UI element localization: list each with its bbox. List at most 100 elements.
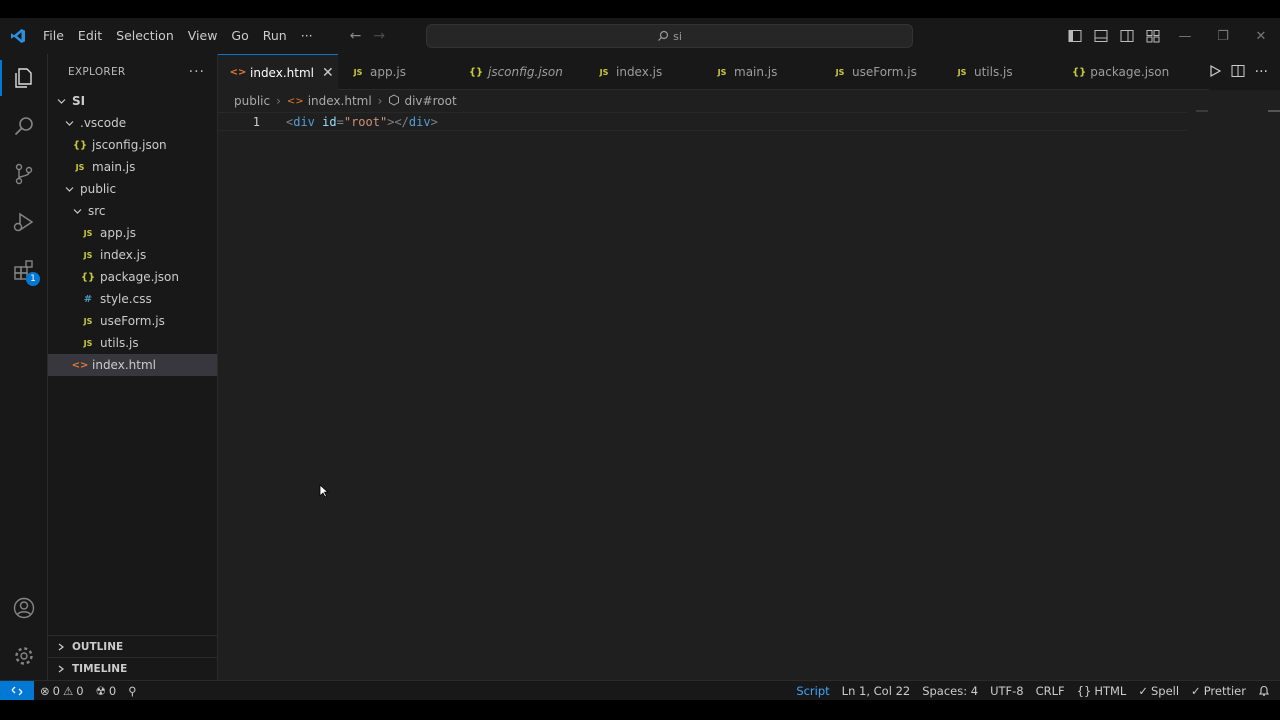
run-debug-icon[interactable] bbox=[0, 198, 48, 246]
status-script[interactable]: Script bbox=[790, 681, 835, 701]
tree-file[interactable]: {} package.json bbox=[48, 266, 217, 288]
breadcrumb: public › <> index.html › div#root bbox=[234, 90, 457, 112]
problems-indicator[interactable]: ⊗ 0 ⚠ 0 bbox=[34, 681, 90, 701]
breadcrumb-symbol[interactable]: div#root bbox=[404, 94, 456, 108]
js-file-icon: JS bbox=[75, 162, 85, 172]
js-file-icon: JS bbox=[83, 228, 93, 238]
tree-file[interactable]: # style.css bbox=[48, 288, 217, 310]
tree-file[interactable]: JS main.js bbox=[48, 156, 217, 178]
back-arrow-icon[interactable]: ← bbox=[350, 28, 362, 44]
tree-file[interactable]: JS index.js bbox=[48, 244, 217, 266]
notifications-bell-icon[interactable] bbox=[1252, 681, 1280, 701]
status-language-mode[interactable]: {} HTML bbox=[1071, 681, 1133, 701]
chevron-right-icon: › bbox=[276, 94, 281, 108]
status-spell[interactable]: ✓ Spell bbox=[1132, 681, 1185, 701]
screen-top-border bbox=[0, 0, 1280, 18]
menu-selection[interactable]: Selection bbox=[109, 18, 181, 54]
menu-view[interactable]: View bbox=[181, 18, 225, 54]
explorer-icon[interactable] bbox=[0, 54, 48, 102]
tree-folder[interactable]: public bbox=[48, 178, 217, 200]
tab-main-js[interactable]: JS main.js bbox=[702, 54, 820, 90]
close-window-icon[interactable]: ✕ bbox=[1242, 18, 1280, 54]
tree-folder[interactable]: SI bbox=[48, 90, 217, 112]
timeline-label: TIMELINE bbox=[72, 662, 128, 675]
toggle-primary-sidebar-icon[interactable] bbox=[1062, 18, 1088, 54]
css-file-icon: # bbox=[83, 293, 93, 305]
chevron-down-icon bbox=[62, 185, 76, 194]
tab-jsconfig-json[interactable]: {} jsconfig.json bbox=[456, 54, 584, 90]
status-bar: ⊗ 0 ⚠ 0 ☢ 0 ⚲ Script Ln 1, Col 22 Spaces: 4… bbox=[0, 680, 1280, 701]
line-number: 1 bbox=[252, 114, 260, 129]
double-check-icon: ✓ bbox=[1191, 684, 1201, 698]
extensions-icon[interactable]: 1 bbox=[0, 246, 48, 294]
restore-icon[interactable]: ❐ bbox=[1204, 18, 1242, 54]
tree-item-label: utils.js bbox=[100, 336, 139, 350]
explorer-header: EXPLORER ··· bbox=[48, 54, 217, 90]
forward-arrow-icon[interactable]: → bbox=[373, 28, 385, 44]
remote-indicator-icon[interactable] bbox=[0, 680, 34, 701]
code-line[interactable]: 1 <div id="root"></div> bbox=[218, 112, 1188, 131]
tab-package-json[interactable]: {} package.json bbox=[1060, 54, 1180, 90]
html-file-icon: <> bbox=[286, 95, 304, 107]
tree-file[interactable]: JS useForm.js bbox=[48, 310, 217, 332]
menu-file[interactable]: File bbox=[36, 18, 71, 54]
timeline-section[interactable]: TIMELINE bbox=[48, 657, 217, 679]
customize-layout-icon[interactable] bbox=[1140, 18, 1166, 54]
activity-bar: 1 bbox=[0, 54, 48, 680]
close-icon[interactable]: ✕ bbox=[322, 65, 334, 81]
tree-item-label: main.js bbox=[92, 160, 136, 174]
status-bar-right: Script Ln 1, Col 22 Spaces: 4 UTF-8 CRLF… bbox=[790, 681, 1280, 701]
editor-tabs: <> index.html ✕ JS app.js {} jsconfig.json JS in… bbox=[218, 54, 1280, 90]
tab-utils-js[interactable]: JS utils.js bbox=[942, 54, 1060, 90]
tree-folder[interactable]: src bbox=[48, 200, 217, 222]
tree-file[interactable]: JS app.js bbox=[48, 222, 217, 244]
minimap[interactable] bbox=[1196, 110, 1208, 112]
tab-index-js[interactable]: JS index.js bbox=[584, 54, 702, 90]
tree-file[interactable]: <> index.html bbox=[48, 354, 217, 376]
tab-useform-js[interactable]: JS useForm.js bbox=[820, 54, 942, 90]
ports-indicator[interactable]: ☢ 0 bbox=[90, 681, 123, 701]
tree-item-label: src bbox=[88, 204, 106, 218]
title-bar-actions: — ❐ ✕ bbox=[1062, 18, 1280, 54]
tree-folder[interactable]: .vscode bbox=[48, 112, 217, 134]
outline-section[interactable]: OUTLINE bbox=[48, 635, 217, 657]
more-actions-icon[interactable]: ··· bbox=[1255, 64, 1268, 80]
status-cursor-position[interactable]: Ln 1, Col 22 bbox=[836, 681, 917, 701]
menu-go[interactable]: Go bbox=[224, 18, 255, 54]
status-prettier[interactable]: ✓ Prettier bbox=[1185, 681, 1252, 701]
explorer-more-actions-icon[interactable]: ··· bbox=[189, 64, 205, 80]
code-text: <div id="root"></div> bbox=[286, 114, 438, 129]
chevron-down-icon bbox=[62, 119, 76, 128]
tab-app-js[interactable]: JS app.js bbox=[338, 54, 456, 90]
accounts-icon[interactable] bbox=[0, 584, 48, 632]
tree-file[interactable]: {} jsconfig.json bbox=[48, 134, 217, 156]
menu-more[interactable]: ··· bbox=[294, 18, 320, 54]
breadcrumb-folder[interactable]: public bbox=[234, 94, 270, 108]
tree-item-label: jsconfig.json bbox=[92, 138, 167, 152]
tab-index-html[interactable]: <> index.html ✕ bbox=[218, 54, 338, 90]
tree-file[interactable]: JS utils.js bbox=[48, 332, 217, 354]
source-control-icon[interactable] bbox=[0, 150, 48, 198]
toggle-secondary-sidebar-icon[interactable] bbox=[1114, 18, 1140, 54]
run-file-icon[interactable] bbox=[1209, 64, 1221, 80]
toggle-panel-icon[interactable] bbox=[1088, 18, 1114, 54]
js-file-icon: JS bbox=[353, 67, 363, 77]
menu-run[interactable]: Run bbox=[256, 18, 294, 54]
json-file-icon: {} bbox=[468, 66, 484, 78]
split-editor-icon[interactable] bbox=[1231, 64, 1245, 81]
search-view-icon[interactable] bbox=[0, 102, 48, 150]
editor-area[interactable]: public › <> index.html › div#root 1 <div… bbox=[218, 90, 1280, 680]
status-indentation[interactable]: Spaces: 4 bbox=[916, 681, 984, 701]
command-center-search[interactable]: si bbox=[426, 24, 913, 48]
status-encoding[interactable]: UTF-8 bbox=[984, 681, 1030, 701]
menu-edit[interactable]: Edit bbox=[71, 18, 109, 54]
minimize-icon[interactable]: — bbox=[1166, 18, 1204, 54]
breadcrumb-file[interactable]: index.html bbox=[308, 94, 372, 108]
tab-label: index.js bbox=[616, 65, 663, 79]
braces-icon: {} bbox=[1076, 684, 1092, 698]
overview-ruler[interactable] bbox=[1268, 110, 1280, 112]
live-share-icon[interactable]: ⚲ bbox=[122, 681, 142, 701]
status-eol[interactable]: CRLF bbox=[1030, 681, 1071, 701]
manage-gear-icon[interactable] bbox=[0, 632, 48, 680]
navigation-arrows: ← → bbox=[350, 28, 385, 44]
